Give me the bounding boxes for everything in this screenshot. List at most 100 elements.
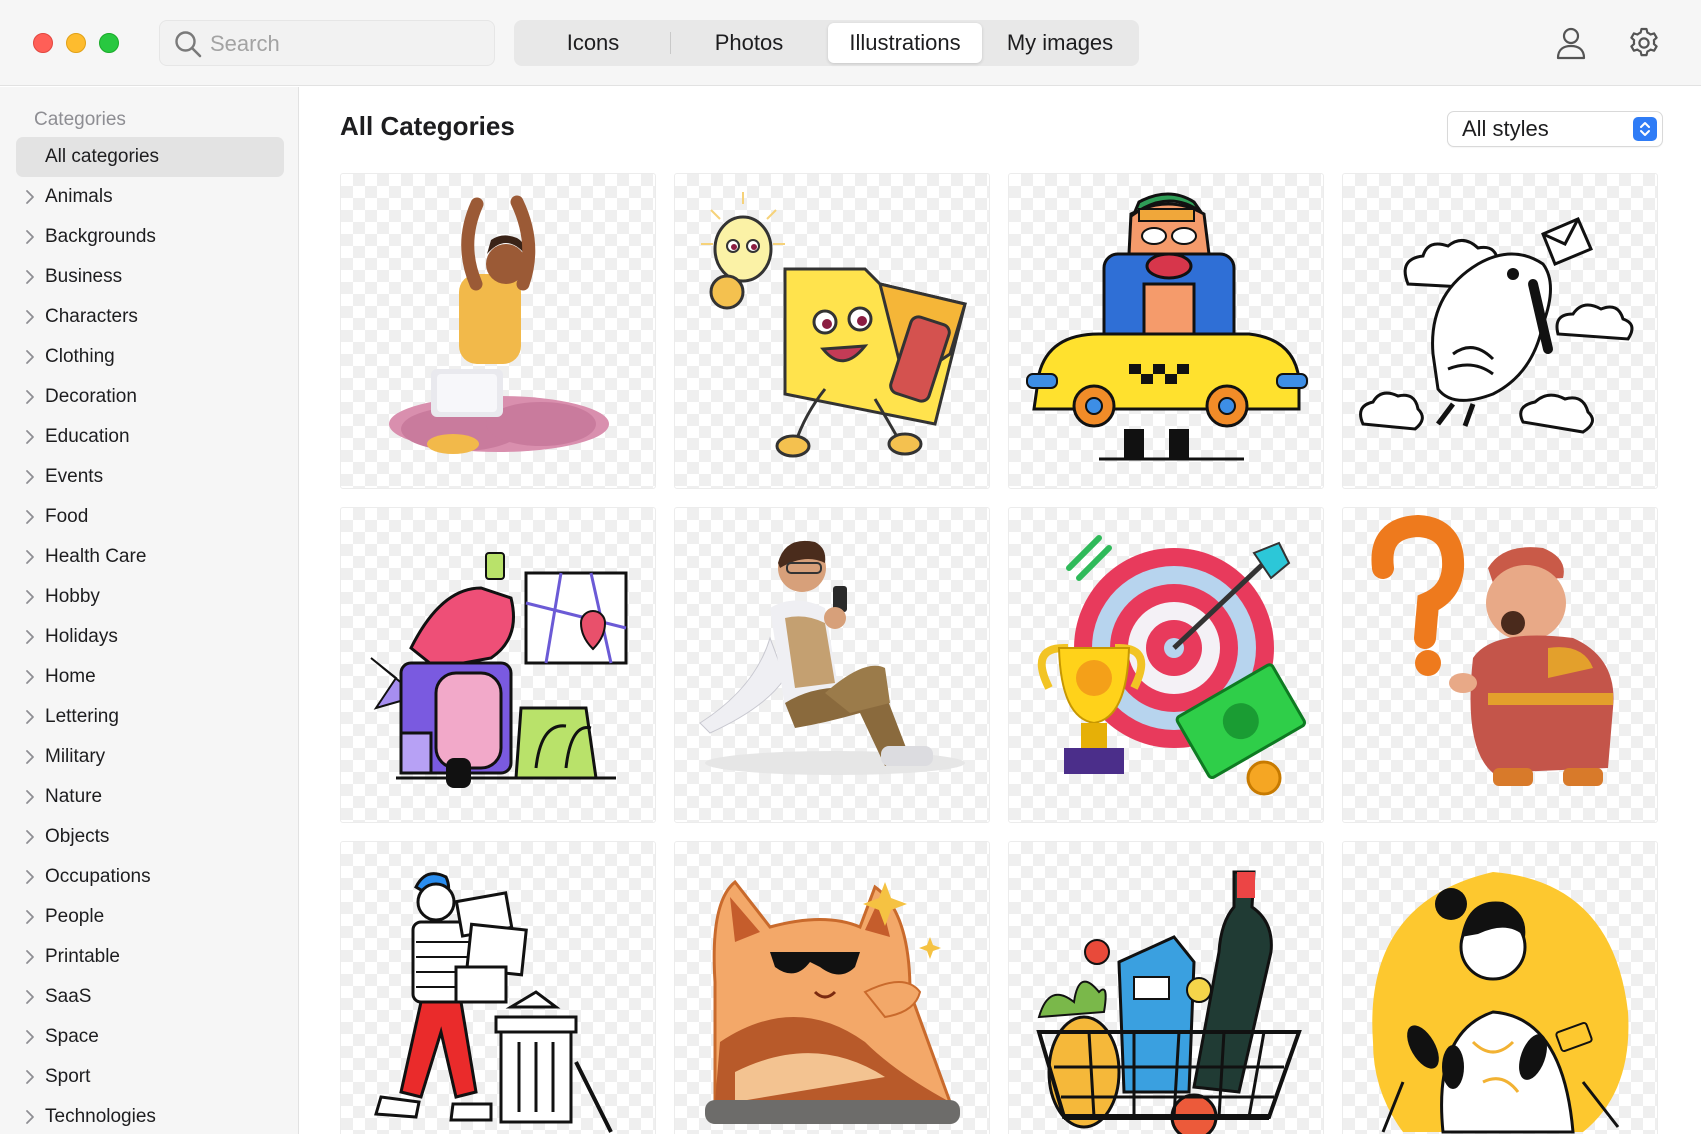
sidebar-item-characters[interactable]: Characters (16, 297, 284, 337)
illustration-tile[interactable] (674, 841, 990, 1134)
sidebar-item-sport[interactable]: Sport (16, 1057, 284, 1097)
chevron-right-icon[interactable] (24, 1017, 36, 1057)
chevron-right-icon[interactable] (24, 577, 36, 617)
sidebar-item-food[interactable]: Food (16, 497, 284, 537)
illustration-tile[interactable] (1008, 507, 1324, 823)
sidebar-item-label: Clothing (45, 346, 115, 367)
chevron-right-icon[interactable] (24, 617, 36, 657)
sidebar-item-label: Characters (45, 306, 138, 327)
page-title: All Categories (340, 111, 515, 141)
chevron-right-icon[interactable] (24, 457, 36, 497)
sidebar-item-label: Education (45, 426, 130, 447)
chevron-right-icon[interactable] (24, 217, 36, 257)
chevron-right-icon[interactable] (24, 697, 36, 737)
chevron-right-icon[interactable] (24, 737, 36, 777)
settings-button[interactable] (1627, 26, 1661, 60)
search-box[interactable] (159, 20, 495, 66)
sidebar-item-saas[interactable]: SaaS (16, 977, 284, 1017)
toolbar: Icons Photos Illustrations My images (0, 0, 1701, 86)
category-list: All categories Animals Backgrounds Business… (16, 137, 284, 1134)
chevron-right-icon[interactable] (24, 537, 36, 577)
sidebar-item-label: All categories (45, 146, 160, 167)
illustration-tile[interactable] (674, 173, 990, 489)
illustration-tile[interactable] (340, 173, 656, 489)
close-window-button[interactable] (33, 33, 53, 53)
sidebar-item-label: Backgrounds (45, 226, 156, 247)
illustration-tile[interactable] (340, 841, 656, 1134)
chevron-right-icon[interactable] (24, 897, 36, 937)
zoom-window-button[interactable] (99, 33, 119, 53)
minimize-window-button[interactable] (66, 33, 86, 53)
chevron-right-icon[interactable] (24, 497, 36, 537)
chevron-right-icon[interactable] (24, 177, 36, 217)
sidebar-item-home[interactable]: Home (16, 657, 284, 697)
sidebar-item-occupations[interactable]: Occupations (16, 857, 284, 897)
chevron-right-icon[interactable] (24, 1097, 36, 1134)
sidebar-item-clothing[interactable]: Clothing (16, 337, 284, 377)
sidebar-item-printable[interactable]: Printable (16, 937, 284, 977)
sidebar-item-events[interactable]: Events (16, 457, 284, 497)
chevron-right-icon[interactable] (24, 377, 36, 417)
sidebar-item-holidays[interactable]: Holidays (16, 617, 284, 657)
tab-illustrations[interactable]: Illustrations (828, 23, 982, 63)
sidebar-item-label: Military (45, 746, 106, 767)
sidebar-item-label: Animals (45, 186, 113, 207)
search-input[interactable] (210, 27, 480, 61)
sidebar-item-technologies[interactable]: Technologies (16, 1097, 284, 1134)
chevron-right-icon[interactable] (24, 977, 36, 1017)
sidebar-item-decoration[interactable]: Decoration (16, 377, 284, 417)
tab-photos[interactable]: Photos (673, 23, 825, 63)
sidebar-item-label: Events (45, 466, 104, 487)
sidebar-item-label: SaaS (45, 986, 92, 1007)
sidebar-item-label: Holidays (45, 626, 118, 647)
sidebar-item-education[interactable]: Education (16, 417, 284, 457)
sidebar-item-hobby[interactable]: Hobby (16, 577, 284, 617)
chevron-right-icon[interactable] (24, 337, 36, 377)
illustration-tile[interactable] (1342, 173, 1658, 489)
tab-icons[interactable]: Icons (517, 23, 669, 63)
sidebar-item-backgrounds[interactable]: Backgrounds (16, 217, 284, 257)
sidebar-item-animals[interactable]: Animals (16, 177, 284, 217)
sidebar-item-label: Business (45, 266, 123, 287)
chevron-right-icon[interactable] (24, 937, 36, 977)
illustration-tile[interactable] (1008, 173, 1324, 489)
main-content: All Categories All styles (300, 87, 1701, 1134)
taxi-man-illustration (1026, 192, 1308, 461)
illustration-tile[interactable] (1342, 841, 1658, 1134)
sidebar-item-label: Health Care (45, 546, 147, 567)
sidebar-item-lettering[interactable]: Lettering (16, 697, 284, 737)
chevron-right-icon[interactable] (24, 417, 36, 457)
media-type-tabs: Icons Photos Illustrations My images (514, 20, 1139, 66)
sidebar-item-health-care[interactable]: Health Care (16, 537, 284, 577)
chevron-right-icon[interactable] (24, 297, 36, 337)
sidebar-item-label: Hobby (45, 586, 100, 607)
chevron-right-icon[interactable] (24, 857, 36, 897)
sidebar-item-nature[interactable]: Nature (16, 777, 284, 817)
illustration-tile[interactable] (340, 507, 656, 823)
sidebar-item-objects[interactable]: Objects (16, 817, 284, 857)
sidebar-item-space[interactable]: Space (16, 1017, 284, 1057)
chevron-right-icon[interactable] (24, 257, 36, 297)
illustration-tile[interactable] (1342, 507, 1658, 823)
illustration-tile[interactable] (674, 507, 990, 823)
scooter-courier-illustration (370, 552, 628, 788)
chevron-right-icon[interactable] (24, 1057, 36, 1097)
tab-my-images[interactable]: My images (984, 23, 1136, 63)
chevron-right-icon[interactable] (24, 777, 36, 817)
folder-character-illustration (701, 192, 967, 458)
sidebar-item-business[interactable]: Business (16, 257, 284, 297)
sidebar-item-label: Occupations (45, 866, 151, 887)
cool-cat-illustration (705, 879, 960, 1124)
chevron-right-icon[interactable] (24, 657, 36, 697)
chevron-right-icon[interactable] (24, 817, 36, 857)
sidebar-item-military[interactable]: Military (16, 737, 284, 777)
sidebar-item-all-categories[interactable]: All categories (16, 137, 284, 177)
illustration-tile[interactable] (1008, 841, 1324, 1134)
sidebar-item-label: Food (45, 506, 89, 527)
style-filter-select[interactable]: All styles (1447, 111, 1663, 147)
sidebar-item-people[interactable]: People (16, 897, 284, 937)
account-button[interactable] (1555, 26, 1587, 60)
sidebar-item-label: Nature (45, 786, 103, 807)
sidebar-item-label: Objects (45, 826, 110, 847)
sidebar-item-label: Space (45, 1026, 99, 1047)
